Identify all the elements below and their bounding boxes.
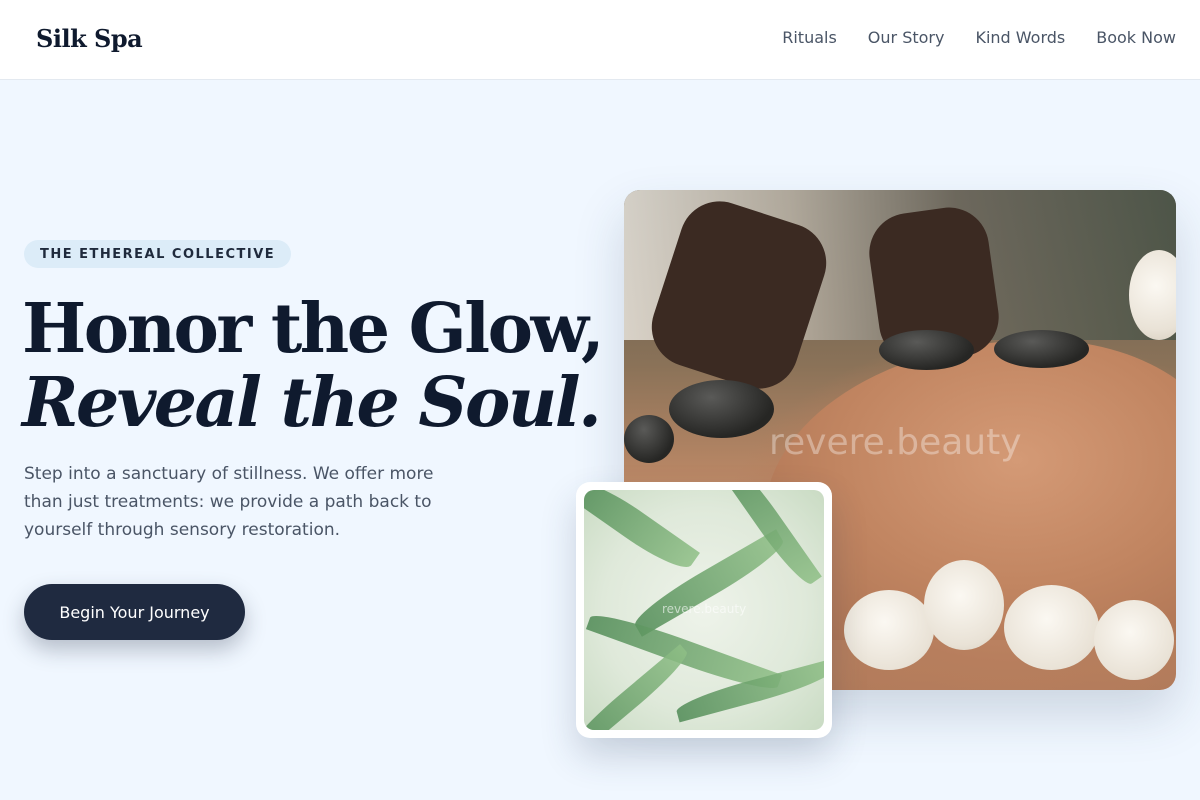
site-header: Silk Spa Rituals Our Story Kind Words Bo… [0,0,1200,80]
nav-link-kind-words[interactable]: Kind Words [975,28,1065,47]
nav-link-rituals[interactable]: Rituals [782,28,837,47]
headline-line-2: Reveal the Soul. [22,363,602,443]
nav-link-our-story[interactable]: Our Story [868,28,945,47]
hero-headline: Honor the Glow, Reveal the Soul. [22,289,605,443]
main-nav: Rituals Our Story Kind Words Book Now [782,28,1176,47]
begin-journey-button[interactable]: Begin Your Journey [24,584,245,640]
brand-logo[interactable]: Silk Spa [36,24,143,53]
palm-leaf-image: revere.beauty [584,490,824,730]
image-watermark: revere.beauty [769,422,1022,463]
nav-link-book-now[interactable]: Book Now [1096,28,1176,47]
headline-line-1: Honor the Glow, [22,289,605,369]
image-watermark-small: revere.beauty [662,602,747,616]
palm-leaf-image-card: revere.beauty [576,482,832,738]
hero-description: Step into a sanctuary of stillness. We o… [24,464,434,540]
eyebrow-badge: THE ETHEREAL COLLECTIVE [24,240,292,268]
